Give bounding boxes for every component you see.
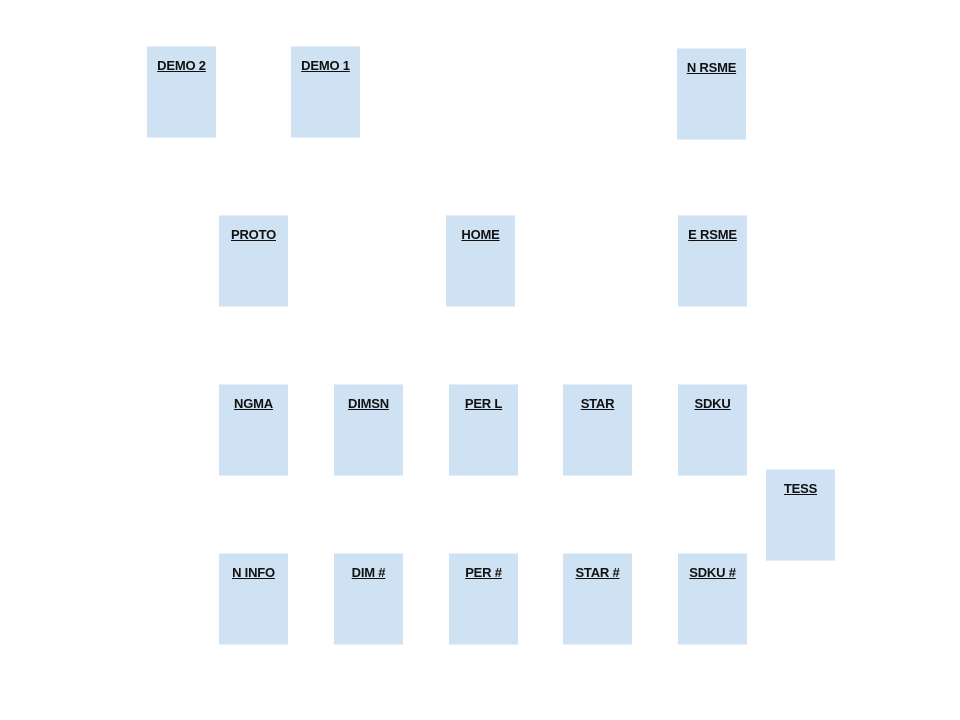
tile-per-l-link[interactable]: PER L (449, 396, 518, 411)
slide-canvas: DEMO 2 DEMO 1 N RSME PROTO HOME E RSME N… (0, 0, 960, 720)
tile-home[interactable]: HOME (446, 215, 515, 307)
tile-home-link[interactable]: HOME (446, 227, 515, 242)
tile-star[interactable]: STAR (563, 384, 632, 476)
tile-demo-1-link[interactable]: DEMO 1 (291, 58, 360, 73)
tile-sdku-link[interactable]: SDKU (678, 396, 747, 411)
tile-n-info-link[interactable]: N INFO (219, 565, 288, 580)
tile-tess[interactable]: TESS (766, 469, 835, 561)
tile-proto-link[interactable]: PROTO (219, 227, 288, 242)
tile-e-rsme[interactable]: E RSME (678, 215, 747, 307)
tile-n-info[interactable]: N INFO (219, 553, 288, 645)
tile-dim-hash[interactable]: DIM # (334, 553, 403, 645)
tile-demo-2-link[interactable]: DEMO 2 (147, 58, 216, 73)
tile-dimsn[interactable]: DIMSN (334, 384, 403, 476)
tile-per-l[interactable]: PER L (449, 384, 518, 476)
tile-sdku-hash[interactable]: SDKU # (678, 553, 747, 645)
tile-e-rsme-link[interactable]: E RSME (678, 227, 747, 242)
tile-tess-link[interactable]: TESS (766, 481, 835, 496)
tile-star-hash[interactable]: STAR # (563, 553, 632, 645)
tile-demo-1[interactable]: DEMO 1 (291, 46, 360, 138)
tile-dim-hash-link[interactable]: DIM # (334, 565, 403, 580)
tile-ngma[interactable]: NGMA (219, 384, 288, 476)
tile-per-hash[interactable]: PER # (449, 553, 518, 645)
tile-sdku-hash-link[interactable]: SDKU # (678, 565, 747, 580)
tile-sdku[interactable]: SDKU (678, 384, 747, 476)
tile-ngma-link[interactable]: NGMA (219, 396, 288, 411)
tile-proto[interactable]: PROTO (219, 215, 288, 307)
tile-dimsn-link[interactable]: DIMSN (334, 396, 403, 411)
tile-star-hash-link[interactable]: STAR # (563, 565, 632, 580)
tile-n-rsme[interactable]: N RSME (677, 48, 746, 140)
tile-star-link[interactable]: STAR (563, 396, 632, 411)
tile-n-rsme-link[interactable]: N RSME (677, 60, 746, 75)
tile-demo-2[interactable]: DEMO 2 (147, 46, 216, 138)
tile-per-hash-link[interactable]: PER # (449, 565, 518, 580)
